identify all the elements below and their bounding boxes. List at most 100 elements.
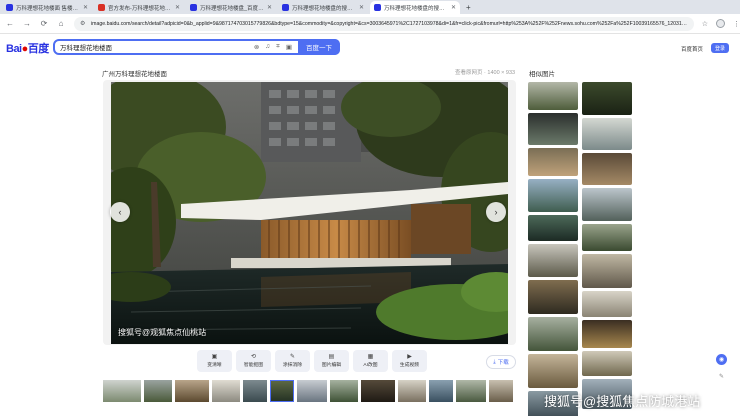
thumbnail-active[interactable] — [270, 380, 294, 402]
new-tab-button[interactable]: + — [466, 1, 471, 14]
tool-label: AI改图 — [363, 363, 378, 368]
related-image[interactable] — [582, 254, 632, 288]
tool-enhance-button[interactable]: ▣ 变清晰 — [197, 350, 232, 372]
image-meta[interactable]: 查看原网页 · 1400 × 933 — [455, 68, 515, 76]
tool-label: 变清晰 — [207, 363, 222, 368]
thumbnail[interactable] — [398, 380, 426, 402]
baidu-favicon-icon — [6, 4, 13, 11]
logo-text-cn: 百度 — [27, 43, 50, 55]
address-bar[interactable]: ⚙ image.baidu.com/search/detail?adpicid=… — [74, 16, 694, 31]
related-image[interactable] — [582, 320, 632, 348]
menu-icon[interactable]: ⋮ — [733, 20, 740, 28]
tab-label: 万科理想花地楼面 售楼处地址_百 — [16, 5, 80, 12]
tab-close-icon[interactable]: ✕ — [83, 4, 88, 11]
erase-icon: ✎ — [289, 354, 296, 360]
thumbnail[interactable] — [175, 380, 209, 402]
bookmark-star-icon[interactable]: ☆ — [702, 20, 708, 28]
feedback-icon[interactable]: ✎ — [716, 371, 727, 382]
assistant-icon[interactable]: ◉ — [716, 354, 727, 365]
thumbnail[interactable] — [297, 380, 327, 402]
related-image[interactable] — [528, 179, 578, 212]
related-image[interactable] — [582, 291, 632, 317]
browser-tab-bar: 万科理想花地楼面 售楼处地址_百 ✕ 官方发布-万科理想花地楼盘上海... ✕ … — [0, 0, 740, 14]
related-image[interactable] — [528, 354, 578, 388]
related-image[interactable] — [582, 153, 632, 185]
search-box: ⊗ ♫ ⌗ ▣ 百度一下 — [53, 39, 340, 55]
tool-label: 图片编辑 — [321, 363, 342, 368]
related-image[interactable] — [582, 82, 632, 115]
login-button[interactable]: 登录 — [711, 43, 729, 53]
browser-tab[interactable]: 官方发布-万科理想花地楼盘上海... ✕ — [94, 1, 184, 14]
tool-label: 涂抹消除 — [282, 363, 303, 368]
browser-tab[interactable]: 万科理想花地楼面 售楼处地址_百 ✕ — [2, 1, 92, 14]
camera-icon[interactable]: ▣ — [286, 43, 292, 51]
tab-close-icon[interactable]: ✕ — [451, 4, 456, 11]
related-image[interactable] — [528, 244, 578, 277]
related-images-grid — [528, 82, 633, 416]
news-favicon-icon — [98, 4, 105, 11]
thumbnail[interactable] — [361, 380, 395, 402]
tool-edit-button[interactable]: ▤ 图片编辑 — [314, 350, 349, 372]
related-image[interactable] — [528, 215, 578, 241]
related-images-title: 相似图片 — [529, 71, 555, 78]
thumbnail[interactable] — [144, 380, 172, 402]
search-button[interactable]: 百度一下 — [298, 39, 340, 55]
thumbnail[interactable] — [243, 380, 267, 402]
back-icon[interactable]: ← — [3, 19, 17, 28]
baidu-favicon-icon — [374, 4, 381, 11]
tool-video-button[interactable]: ▶ 生成视频 — [392, 350, 427, 372]
forward-icon[interactable]: → — [20, 19, 34, 28]
related-image[interactable] — [582, 118, 632, 150]
thumbnail[interactable] — [489, 380, 513, 402]
reload-icon[interactable]: ⟳ — [37, 19, 51, 28]
baidu-favicon-icon — [282, 4, 289, 11]
tab-close-icon[interactable]: ✕ — [267, 4, 272, 11]
tab-label: 官方发布-万科理想花地楼盘上海... — [108, 5, 172, 12]
browser-tab[interactable]: 万科理想花地楼盘的搜索结果_百度 ✕ — [278, 1, 368, 14]
related-image[interactable] — [528, 148, 578, 176]
previous-image-button[interactable]: ‹ — [110, 202, 130, 222]
related-image[interactable] — [528, 280, 578, 314]
home-icon[interactable]: ⌂ — [54, 19, 68, 28]
tool-ai-edit-button[interactable]: ▦ AI改图 — [353, 350, 388, 372]
related-image[interactable] — [582, 224, 632, 251]
tool-cutout-button[interactable]: ⟲ 智能抠图 — [236, 350, 271, 372]
site-info-icon[interactable]: ⚙ — [80, 20, 87, 27]
browser-tab-active[interactable]: 万科理想花地楼盘的搜索结果_百度 ✕ — [370, 1, 460, 14]
related-image[interactable] — [528, 317, 578, 351]
tab-label: 万科理想花地楼盘的搜索结果_百度 — [292, 5, 356, 12]
ai-edit-icon: ▦ — [367, 354, 374, 360]
voice-icon[interactable]: ♫ — [265, 43, 270, 51]
tool-label: 生成视频 — [399, 363, 420, 368]
related-image[interactable] — [582, 351, 632, 376]
enhance-icon: ▣ — [211, 354, 218, 360]
related-image[interactable] — [528, 82, 578, 110]
related-image[interactable] — [528, 113, 578, 145]
attach-icon[interactable]: ⌗ — [276, 43, 280, 51]
clear-icon[interactable]: ⊗ — [254, 43, 259, 51]
next-image-button[interactable]: › — [486, 202, 506, 222]
tool-erase-button[interactable]: ✎ 涂抹消除 — [275, 350, 310, 372]
tab-close-icon[interactable]: ✕ — [175, 4, 180, 11]
related-column — [582, 82, 632, 409]
video-icon: ▶ — [407, 354, 412, 360]
thumbnail[interactable] — [330, 380, 358, 402]
architecture-render-image — [111, 82, 508, 344]
related-column — [528, 82, 578, 416]
baidu-logo[interactable]: Bai●百度 — [6, 40, 49, 56]
main-photo[interactable]: 搜狐号@观狐焦点仙桃站 — [111, 82, 508, 344]
thumbnail[interactable] — [103, 380, 141, 402]
baidu-home-link[interactable]: 百度首页 — [681, 45, 703, 53]
bottom-watermark: 搜狐号@搜狐焦点防城港站 — [544, 394, 701, 409]
related-image[interactable] — [582, 188, 632, 221]
thumbnail[interactable] — [429, 380, 453, 402]
search-input[interactable] — [55, 41, 254, 53]
thumbnail[interactable] — [212, 380, 240, 402]
profile-icon[interactable] — [716, 19, 726, 28]
download-button[interactable]: ⤓ 下载 — [486, 355, 516, 369]
logo-text: Bai — [6, 43, 22, 55]
tab-close-icon[interactable]: ✕ — [359, 4, 364, 11]
thumbnail[interactable] — [456, 380, 486, 402]
browser-tab[interactable]: 万科理想花地楼盘_百度图片 ✕ — [186, 1, 276, 14]
edit-icon: ▤ — [328, 354, 335, 360]
